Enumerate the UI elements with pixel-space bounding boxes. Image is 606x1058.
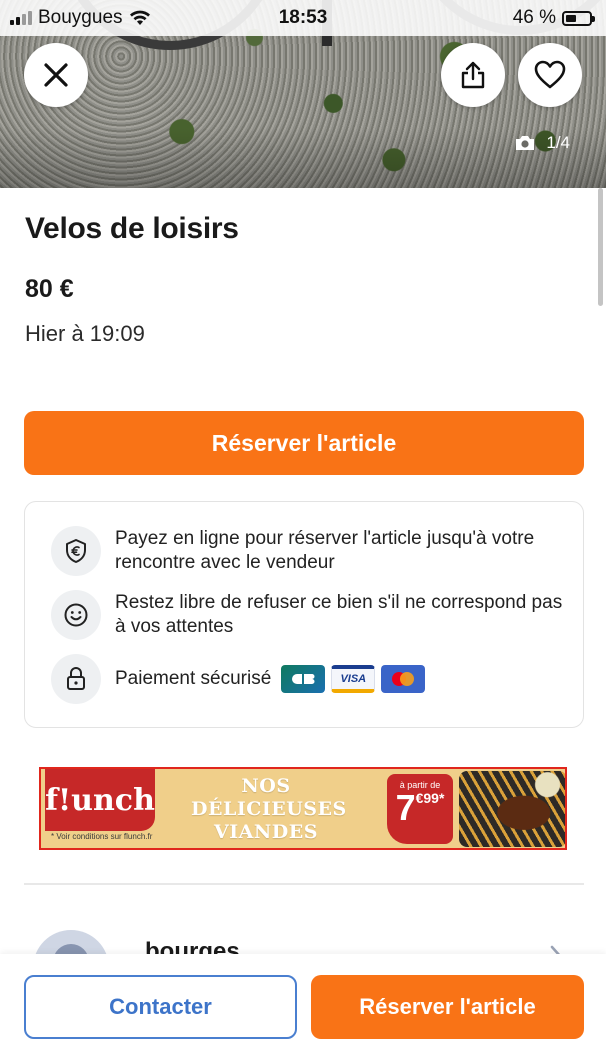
camera-icon xyxy=(516,136,535,150)
share-icon xyxy=(461,61,485,89)
flunch-ad-banner[interactable]: f!unch * Voir conditions sur flunch.fr N… xyxy=(39,767,567,850)
close-button[interactable] xyxy=(24,43,88,107)
close-icon xyxy=(44,63,68,87)
ad-price-cents: €99* xyxy=(415,790,445,806)
payment-cards: VISA xyxy=(281,665,426,693)
share-button[interactable] xyxy=(441,43,505,107)
euro-shield-icon xyxy=(51,526,101,576)
info-text-secure-payment-row: Paiement sécurisé VISA xyxy=(115,665,565,693)
bottom-action-bar: Contacter Réserver l'article xyxy=(0,954,606,1058)
secure-payment-label: Paiement sécurisé xyxy=(115,668,272,689)
reserve-button-bottom[interactable]: Réserver l'article xyxy=(311,975,584,1039)
info-row-pay-online: Payez en ligne pour réserver l'article j… xyxy=(51,526,565,576)
ad-conditions: * Voir conditions sur flunch.fr xyxy=(51,832,153,841)
info-row-free-refuse: Restez libre de refuser ce bien s'il ne … xyxy=(51,590,565,640)
listing-date: Hier à 19:09 xyxy=(25,321,145,346)
battery-percent: 46 % xyxy=(512,7,556,28)
photo-counter-text: 1/4 xyxy=(546,133,570,152)
flunch-logo: f!unch xyxy=(45,769,155,831)
photo-counter: 1/4 xyxy=(514,133,570,153)
scrollbar[interactable] xyxy=(598,188,603,306)
smiley-icon xyxy=(51,590,101,640)
heart-icon xyxy=(534,60,566,89)
listing-price: 80 € xyxy=(25,275,74,303)
info-row-secure-payment: Paiement sécurisé VISA xyxy=(51,654,565,704)
steak-fries-image xyxy=(459,771,565,847)
listing-title: Velos de loisirs xyxy=(25,212,239,245)
cb-card-icon xyxy=(281,665,326,693)
battery-icon xyxy=(562,10,595,26)
info-text-pay-online: Payez en ligne pour réserver l'article j… xyxy=(115,528,535,573)
battery-group: 46 % xyxy=(512,7,595,29)
lock-icon xyxy=(51,654,101,704)
ad-price-tag: à partir de 7€99* xyxy=(387,774,453,844)
ad-slogan: NOS DÉLICIEUSES VIANDES xyxy=(191,775,347,843)
secure-payment-info: Payez en ligne pour réserver l'article j… xyxy=(24,501,584,728)
mastercard-icon xyxy=(381,665,426,693)
ad-price-main: 7 xyxy=(395,787,416,828)
favorite-button[interactable] xyxy=(518,43,582,107)
visa-card-icon: VISA xyxy=(331,665,376,693)
contact-button[interactable]: Contacter xyxy=(24,975,297,1039)
info-text-free-refuse: Restez libre de refuser ce bien s'il ne … xyxy=(115,592,563,637)
status-bar: Bouygues 18:53 46 % xyxy=(0,0,606,36)
reserve-button[interactable]: Réserver l'article xyxy=(24,411,584,475)
section-divider xyxy=(24,883,584,885)
listing-photo[interactable]: Bouygues 18:53 46 % 1/4 xyxy=(0,0,606,188)
